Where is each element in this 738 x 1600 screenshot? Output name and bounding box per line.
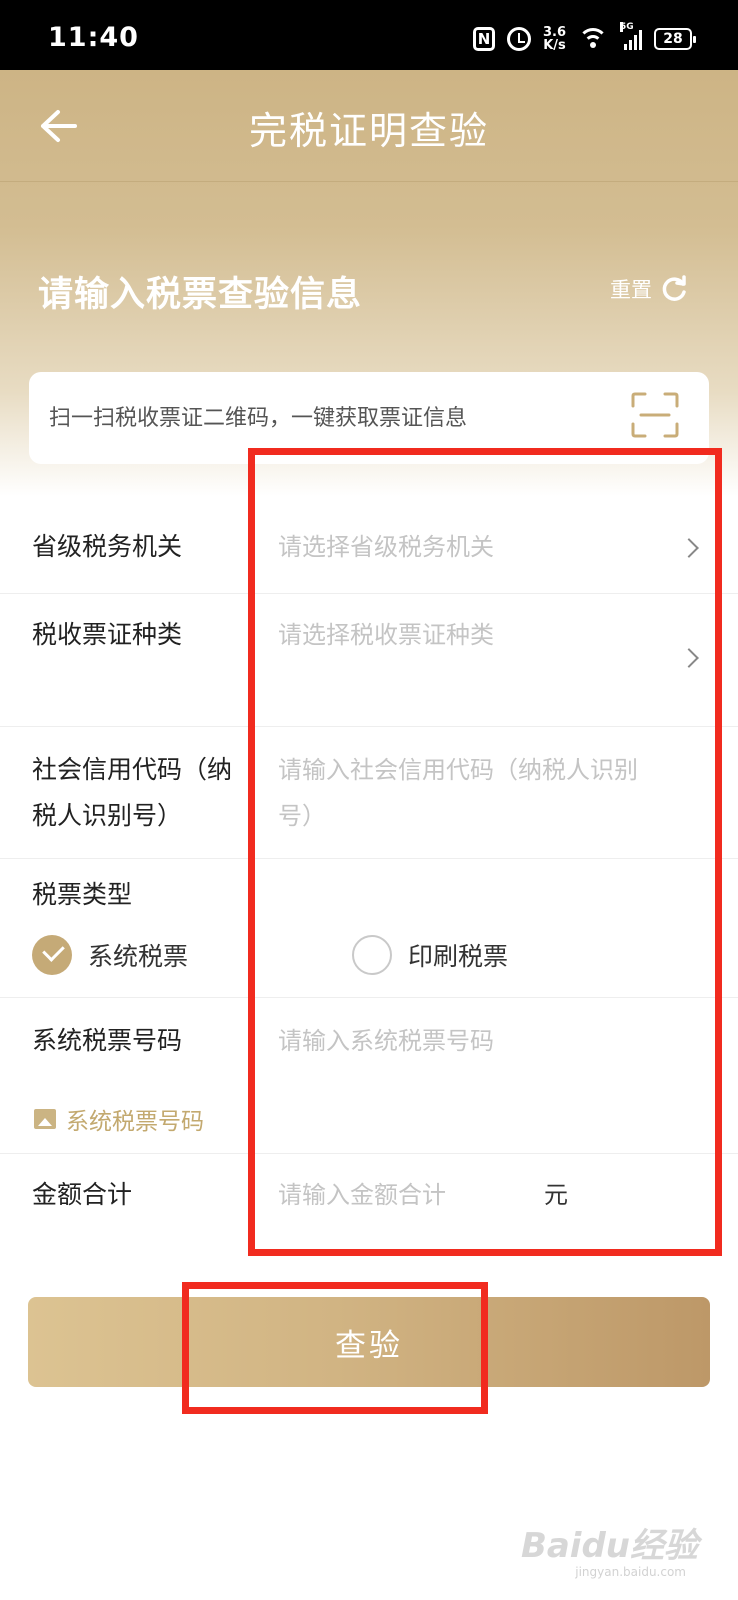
credit-code-label: 社会信用代码（纳 税人识别号） (32, 747, 232, 839)
scan-qr-icon[interactable] (631, 392, 679, 438)
reset-label: 重置 (610, 278, 652, 302)
ticket-number-sample-label: 系统税票号码 (66, 1109, 204, 1135)
alarm-icon (506, 27, 531, 51)
ticket-type-label: 税票类型 (32, 880, 133, 909)
ticket-number-sample-link[interactable]: 系统税票号码 (34, 1102, 204, 1136)
network-speed-unit: K/s (543, 38, 566, 53)
status-icons: N 3.6 K/s 5G 28 (472, 22, 696, 54)
amount-label: 金额合计 (32, 1180, 133, 1209)
wifi-icon (578, 28, 608, 50)
radio-system-ticket-label: 系统税票 (88, 942, 189, 971)
credit-code-label-line2: 税人识别号） (32, 801, 183, 830)
watermark-url: jingyan.baidu.com (575, 1565, 686, 1579)
radio-system-ticket[interactable]: 系统税票 (32, 935, 188, 975)
checked-radio-icon (32, 935, 72, 975)
watermark-brand: Baidu经验 (520, 1526, 698, 1566)
annotation-box-form (248, 448, 722, 1256)
scan-hint: 扫一扫税收票证二维码，一键获取票证信息 (49, 406, 468, 431)
voucher-type-label: 税收票证种类 (32, 620, 183, 649)
nfc-icon: N (472, 27, 495, 51)
image-icon (34, 1109, 56, 1129)
annotation-box-button (182, 1282, 488, 1414)
title-bar: 完税证明查验 (0, 70, 738, 182)
network-type: 5G (620, 22, 634, 32)
ticket-number-label: 系统税票号码 (32, 1026, 183, 1055)
credit-code-label-line1: 社会信用代码（纳 (32, 755, 233, 784)
network-speed: 3.6 K/s (543, 26, 566, 52)
page-title: 完税证明查验 (248, 109, 489, 153)
signal-icon: 5G (620, 22, 642, 50)
battery-icon: 28 (654, 28, 696, 50)
status-bar: 11:40 N 3.6 K/s 5G 28 (0, 0, 738, 70)
refresh-icon (662, 275, 686, 301)
reset-button[interactable]: 重置 (610, 274, 688, 304)
tax-authority-label: 省级税务机关 (32, 532, 183, 561)
section-title: 请输入税票查验信息 (38, 275, 363, 315)
status-time: 11:40 (48, 22, 139, 53)
